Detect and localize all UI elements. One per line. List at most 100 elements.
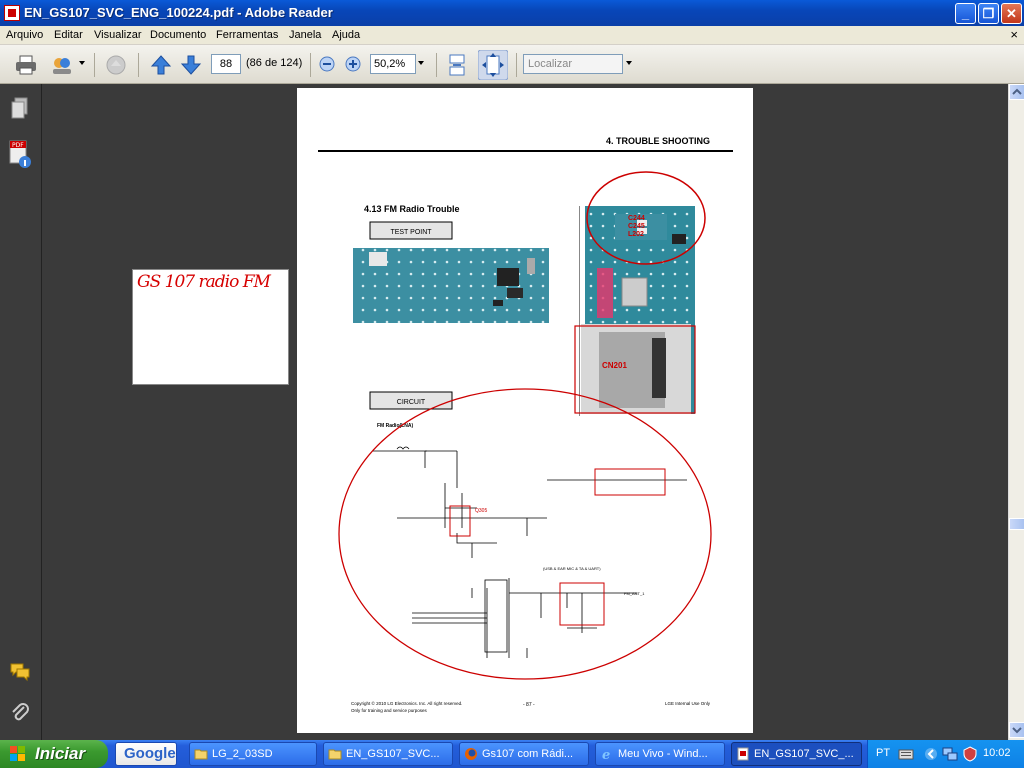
navigation-panel: PDF [0, 84, 42, 740]
title-bar: EN_GS107_SVC_ENG_100224.pdf - Adobe Read… [0, 0, 1024, 26]
footer-copyright: Copyright © 2010 LG Electronics. Inc. Al… [351, 700, 462, 706]
task-firefox[interactable]: Gs107 com Rádi... [459, 742, 589, 766]
task-label: Gs107 com Rádi... [482, 748, 574, 760]
menu-ferramentas[interactable]: Ferramentas [216, 29, 278, 41]
label-cn201: CN201 [602, 361, 627, 370]
zoom-in-icon[interactable] [344, 55, 362, 73]
windows-flag-icon [10, 746, 25, 761]
menu-visualizar[interactable]: Visualizar [94, 29, 142, 41]
usb-note: (USB & EAR MIC & TA & UART) [543, 566, 601, 571]
document-viewer[interactable]: 4. TROUBLE SHOOTING 4.13 FM Radio Troubl… [42, 84, 1008, 740]
connector-symbol [484, 579, 508, 653]
search-input[interactable]: Localizar [523, 54, 623, 74]
task-label: EN_GS107_SVC... [346, 748, 440, 760]
fit-page-icon[interactable] [478, 50, 508, 80]
attachments-icon[interactable] [9, 702, 31, 726]
fm-ant-1-label: FM_ANT_1 [624, 591, 645, 596]
menu-janela[interactable]: Janela [289, 29, 321, 41]
zoom-dropdown-arrow[interactable] [418, 61, 424, 65]
chevron-up-icon [1012, 88, 1022, 95]
next-page-icon[interactable] [179, 53, 203, 77]
close-button[interactable]: ✕ [1001, 3, 1022, 24]
label-c244: C244 [628, 215, 645, 222]
schematic-title: FM Radio(LNA) [377, 423, 413, 429]
scroll-down-button[interactable] [1009, 722, 1024, 738]
footer-page-number: - 87 - [523, 702, 535, 708]
test-point-label: TEST POINT [390, 229, 432, 236]
footer-internal: LGE Internal Use Only [665, 701, 711, 706]
toolbar: 88 (86 de 124) 50,2% Localizar [0, 45, 1024, 84]
vertical-scrollbar[interactable] [1008, 84, 1024, 740]
separator [310, 53, 311, 77]
fm-ant-highlight-box [594, 468, 666, 496]
scroll-thumb[interactable] [1009, 518, 1024, 530]
language-indicator[interactable]: PT [876, 747, 890, 759]
note-text: GS 107 radio FM [137, 272, 271, 292]
page-count: (86 de 124) [246, 57, 303, 69]
search-dropdown-arrow[interactable] [626, 61, 632, 65]
pages-icon[interactable] [9, 96, 31, 120]
collaborate-dropdown-arrow[interactable] [79, 61, 85, 65]
separator [138, 53, 139, 77]
ie-icon: e [602, 748, 610, 761]
security-shield-icon[interactable] [962, 746, 978, 762]
print-icon[interactable] [14, 53, 38, 77]
folder-icon [194, 749, 208, 760]
highlight-circle-circuit [338, 388, 712, 680]
chevron-down-icon [1012, 727, 1022, 734]
task-en-gs107-folder[interactable]: EN_GS107_SVC... [323, 742, 453, 766]
menu-documento[interactable]: Documento [150, 29, 206, 41]
scroll-up-button[interactable] [1009, 84, 1024, 100]
separator [436, 53, 437, 77]
system-tray: PT 10:02 [867, 740, 1024, 768]
start-button[interactable]: Iniciar [0, 740, 108, 768]
task-adobe-reader[interactable]: EN_GS107_SVC_... [731, 742, 862, 766]
close-document-button[interactable]: × [1010, 27, 1018, 42]
q305-highlight-box [449, 505, 471, 537]
footer-training: Only for training and service purposes [351, 708, 428, 713]
collaborate-icon[interactable] [50, 53, 74, 77]
chevron-left-icon[interactable] [924, 746, 938, 762]
google-toolbar-button[interactable]: Google [115, 742, 177, 766]
previous-page-icon[interactable] [149, 53, 173, 77]
pdf-page-content: 4. TROUBLE SHOOTING 4.13 FM Radio Troubl… [318, 136, 733, 713]
pdf-page: 4. TROUBLE SHOOTING 4.13 FM Radio Troubl… [297, 88, 753, 733]
task-label: LG_2_03SD [212, 748, 273, 760]
scrolling-mode-icon[interactable] [445, 53, 469, 77]
task-lg-2-03sd[interactable]: LG_2_03SD [189, 742, 317, 766]
menu-editar[interactable]: Editar [54, 29, 83, 41]
window-title: EN_GS107_SVC_ENG_100224.pdf - Adobe Read… [24, 5, 333, 20]
svg-text:e: e [602, 748, 610, 761]
menu-ajuda[interactable]: Ajuda [332, 29, 360, 41]
network-icon[interactable] [942, 746, 958, 762]
schematic-lines [372, 446, 687, 658]
hand-tool-icon[interactable] [104, 53, 128, 77]
taskbar: Iniciar Google LG_2_03SD EN_GS107_SVC...… [0, 740, 1024, 768]
comments-icon[interactable] [9, 660, 31, 684]
keyboard-icon[interactable] [898, 747, 914, 761]
page-number-input[interactable]: 88 [211, 54, 241, 74]
document-properties-icon[interactable]: PDF [9, 140, 31, 170]
label-q305: Q305 [475, 508, 487, 514]
clock[interactable]: 10:02 [983, 747, 1011, 759]
svg-text:PDF: PDF [12, 142, 24, 149]
separator [94, 53, 95, 77]
menu-bar: Arquivo Editar Visualizar Documento Ferr… [0, 26, 1024, 45]
pcb-photo-1 [353, 248, 549, 323]
zoom-out-icon[interactable] [318, 55, 336, 73]
pdf-icon [737, 747, 749, 761]
divider-line [579, 206, 580, 416]
task-internet-explorer[interactable]: e Meu Vivo - Wind... [595, 742, 725, 766]
circuit-label: CIRCUIT [397, 399, 426, 406]
page-header: 4. TROUBLE SHOOTING [606, 136, 710, 146]
header-rule [318, 150, 733, 152]
task-label: EN_GS107_SVC_... [754, 748, 854, 760]
separator [516, 53, 517, 77]
zoom-level-input[interactable]: 50,2% [370, 54, 416, 74]
restore-button[interactable]: ❐ [978, 3, 999, 24]
start-label: Iniciar [35, 744, 86, 763]
sticky-note[interactable]: GS 107 radio FM [132, 269, 289, 385]
minimize-button[interactable]: _ [955, 3, 976, 24]
label-c245: C245 [628, 223, 645, 230]
menu-arquivo[interactable]: Arquivo [6, 29, 43, 41]
